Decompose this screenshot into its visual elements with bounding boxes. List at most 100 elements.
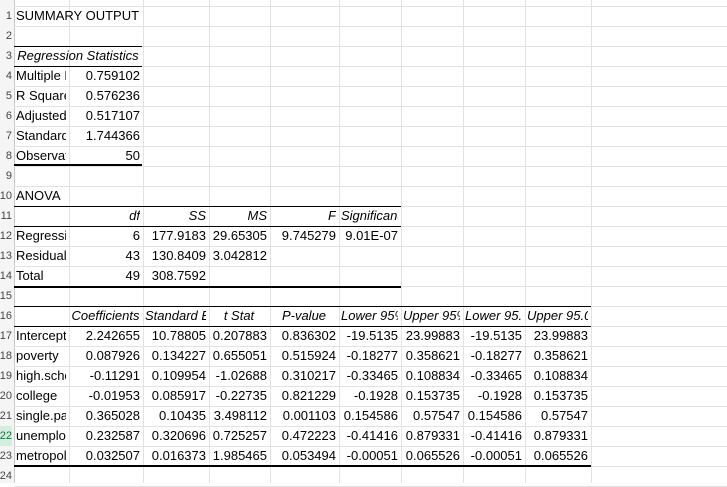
coef-value[interactable]: 0.065526 xyxy=(527,446,588,466)
coef-value[interactable]: 2.242655 xyxy=(71,326,140,346)
coef-column-header[interactable]: Lower 95% xyxy=(341,306,398,326)
stat-label[interactable]: Multiple R xyxy=(16,66,66,86)
coef-row-label[interactable]: Intercept xyxy=(16,326,66,346)
coef-value[interactable]: 0.725257 xyxy=(211,426,267,446)
anova-column-header[interactable]: SS xyxy=(145,206,206,226)
coef-value[interactable]: 0.207883 xyxy=(211,326,267,346)
coef-value[interactable]: -0.18277 xyxy=(465,346,522,366)
coef-value[interactable]: -0.41416 xyxy=(465,426,522,446)
row-number[interactable]: 1 xyxy=(0,6,12,26)
coef-value[interactable]: -0.00051 xyxy=(465,446,522,466)
coef-value[interactable]: 0.085917 xyxy=(145,386,206,406)
row-number[interactable]: 23 xyxy=(0,446,12,466)
coef-value[interactable]: 23.99883 xyxy=(403,326,460,346)
row-number[interactable]: 17 xyxy=(0,326,12,346)
coef-value[interactable]: 0.879331 xyxy=(527,426,588,446)
coef-value[interactable]: 1.985465 xyxy=(211,446,267,466)
coef-row-label[interactable]: poverty xyxy=(16,346,66,366)
row-number[interactable]: 5 xyxy=(0,86,12,106)
row-number[interactable]: 21 xyxy=(0,406,12,426)
coef-value[interactable]: 0.134227 xyxy=(145,346,206,366)
coef-value[interactable]: 0.10435 xyxy=(145,406,206,426)
row-number[interactable]: 14 xyxy=(0,266,12,286)
coef-column-header[interactable]: Lower 95.0% xyxy=(465,306,522,326)
coef-row-label[interactable]: metropolitan xyxy=(16,446,66,466)
coef-value[interactable]: -0.1928 xyxy=(465,386,522,406)
coef-value[interactable]: 0.232587 xyxy=(71,426,140,446)
coef-value[interactable]: -0.41416 xyxy=(341,426,398,446)
row-number[interactable]: 11 xyxy=(0,206,12,226)
coef-row-label[interactable]: unemployed xyxy=(16,426,66,446)
coef-value[interactable]: 3.498112 xyxy=(211,406,267,426)
coef-value[interactable]: 0.836302 xyxy=(272,326,336,346)
row-number[interactable]: 15 xyxy=(0,286,12,306)
anova-column-header[interactable]: F xyxy=(272,206,336,226)
coef-value[interactable]: 0.358621 xyxy=(527,346,588,366)
anova-row-label[interactable]: Residual xyxy=(16,246,66,266)
coef-value[interactable]: 0.154586 xyxy=(465,406,522,426)
coef-value[interactable]: 0.001103 xyxy=(272,406,336,426)
coef-column-header[interactable]: Coefficients xyxy=(71,306,140,326)
row-number[interactable]: 13 xyxy=(0,246,12,266)
coef-column-header[interactable]: Standard Error xyxy=(145,306,206,326)
row-number[interactable]: 10 xyxy=(0,186,12,206)
coef-value[interactable]: -0.1928 xyxy=(341,386,398,406)
coef-value[interactable]: 0.154586 xyxy=(341,406,398,426)
coef-row-label[interactable]: high.school xyxy=(16,366,66,386)
coef-value[interactable]: 0.016373 xyxy=(145,446,206,466)
row-number[interactable]: 19 xyxy=(0,366,12,386)
row-number[interactable]: 22 xyxy=(0,426,12,446)
coef-value[interactable]: -0.18277 xyxy=(341,346,398,366)
anova-value[interactable]: 9.01E-07 xyxy=(341,226,398,246)
row-number[interactable]: 6 xyxy=(0,106,12,126)
coef-value[interactable]: 0.655051 xyxy=(211,346,267,366)
anova-value[interactable]: 308.7592 xyxy=(145,266,206,286)
regression-statistics-header[interactable]: Regression Statistics xyxy=(16,46,140,66)
stat-value[interactable]: 0.576236 xyxy=(71,86,140,106)
coef-column-header[interactable]: Upper 95.0% xyxy=(527,306,588,326)
coef-value[interactable]: 0.153735 xyxy=(527,386,588,406)
coef-value[interactable]: 0.879331 xyxy=(403,426,460,446)
row-number[interactable]: 2 xyxy=(0,26,12,46)
anova-title[interactable]: ANOVA xyxy=(16,186,140,206)
coef-value[interactable]: 0.153735 xyxy=(403,386,460,406)
coef-value[interactable]: 23.99883 xyxy=(527,326,588,346)
coef-value[interactable]: 0.365028 xyxy=(71,406,140,426)
spreadsheet-grid[interactable]: 1 2 3 4 5 6 7 8 9 10 11 12 13 14 15 16 17 18 19 20 21 22 23 24 … xyxy=(0,0,727,487)
row-number[interactable]: 8 xyxy=(0,146,12,166)
coef-value[interactable]: -0.00051 xyxy=(341,446,398,466)
anova-column-header[interactable]: df xyxy=(71,206,140,226)
coef-value[interactable]: 0.472223 xyxy=(272,426,336,446)
stat-label[interactable]: Standard Error xyxy=(16,126,66,146)
coef-value[interactable]: 0.57547 xyxy=(527,406,588,426)
coef-value[interactable]: -0.11291 xyxy=(71,366,140,386)
row-number[interactable]: 16 xyxy=(0,306,12,326)
coef-value[interactable]: 0.032507 xyxy=(71,446,140,466)
coef-column-header[interactable]: P-value xyxy=(272,306,336,326)
anova-value[interactable]: 29.65305 xyxy=(211,226,267,246)
coef-value[interactable]: 0.57547 xyxy=(403,406,460,426)
coef-value[interactable]: 0.821229 xyxy=(272,386,336,406)
anova-value[interactable]: 130.8409 xyxy=(145,246,206,266)
row-number[interactable]: 18 xyxy=(0,346,12,366)
coef-value[interactable]: 0.065526 xyxy=(403,446,460,466)
summary-title[interactable]: SUMMARY OUTPUT xyxy=(16,6,206,26)
row-number[interactable]: 7 xyxy=(0,126,12,146)
coef-value[interactable]: 0.108834 xyxy=(403,366,460,386)
anova-value[interactable]: 177.9183 xyxy=(145,226,206,246)
stat-value[interactable]: 0.517107 xyxy=(71,106,140,126)
row-number[interactable]: 20 xyxy=(0,386,12,406)
coef-value[interactable]: -19.5135 xyxy=(341,326,398,346)
coef-value[interactable]: 0.087926 xyxy=(71,346,140,366)
anova-value[interactable]: 49 xyxy=(71,266,140,286)
anova-value[interactable]: 3.042812 xyxy=(211,246,267,266)
coef-value[interactable]: 0.320696 xyxy=(145,426,206,446)
coef-value[interactable]: 0.515924 xyxy=(272,346,336,366)
stat-label[interactable]: R Square xyxy=(16,86,66,106)
anova-row-label[interactable]: Regression xyxy=(16,226,66,246)
coef-value[interactable]: 0.109954 xyxy=(145,366,206,386)
coef-value[interactable]: -0.33465 xyxy=(465,366,522,386)
coef-value[interactable]: -0.01953 xyxy=(71,386,140,406)
row-header-column[interactable]: 1 2 3 4 5 6 7 8 9 10 11 12 13 14 15 16 17 18 19 20 21 22 23 24 xyxy=(0,0,15,483)
coef-value[interactable]: 0.310217 xyxy=(272,366,336,386)
